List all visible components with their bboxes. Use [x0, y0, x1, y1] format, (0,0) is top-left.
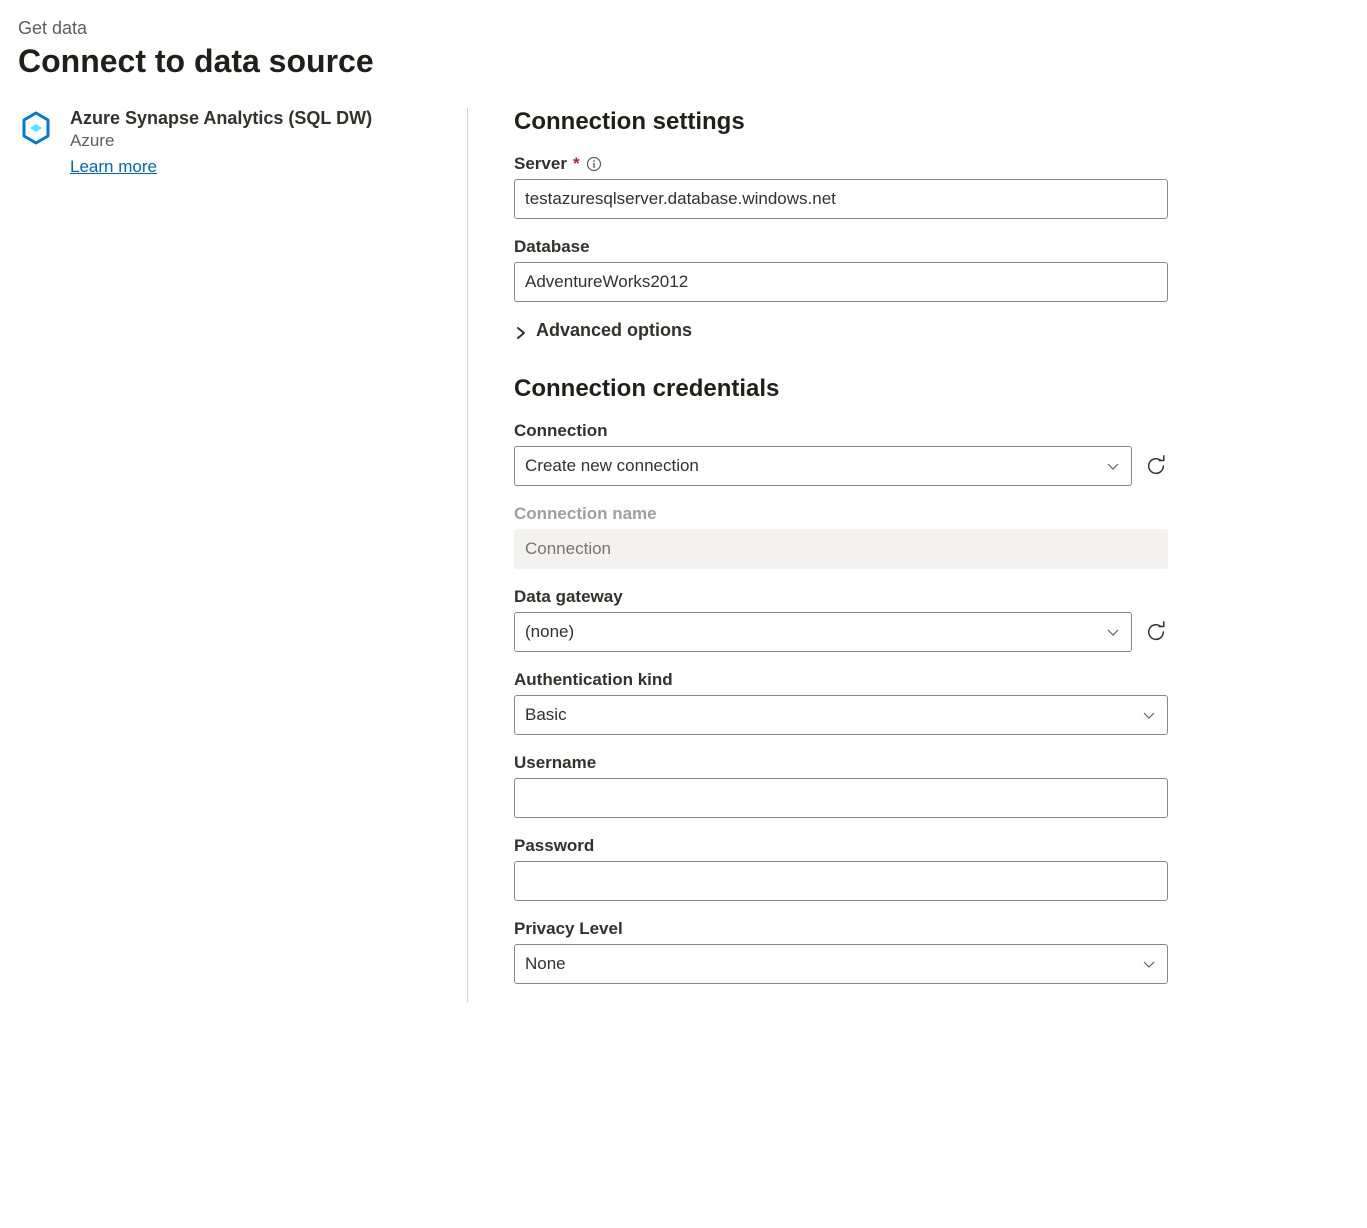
synapse-icon: [18, 110, 54, 146]
database-input[interactable]: [514, 262, 1168, 302]
chevron-right-icon: [514, 324, 528, 338]
chevron-down-icon: [1141, 956, 1157, 972]
server-input[interactable]: [514, 179, 1168, 219]
connection-settings-heading: Connection settings: [514, 108, 1168, 136]
username-input[interactable]: [514, 778, 1168, 818]
connection-credentials-heading: Connection credentials: [514, 375, 1168, 403]
learn-more-link[interactable]: Learn more: [70, 157, 157, 177]
database-label: Database: [514, 237, 1168, 257]
password-input[interactable]: [514, 861, 1168, 901]
auth-kind-label: Authentication kind: [514, 670, 1168, 690]
info-icon[interactable]: [586, 156, 602, 172]
advanced-options-toggle[interactable]: Advanced options: [514, 320, 1168, 341]
chevron-down-icon: [1105, 624, 1121, 640]
privacy-level-label: Privacy Level: [514, 919, 1168, 939]
required-mark: *: [573, 154, 580, 174]
connection-label: Connection: [514, 421, 1168, 441]
breadcrumb: Get data: [18, 18, 1349, 39]
chevron-down-icon: [1141, 707, 1157, 723]
auth-kind-select[interactable]: Basic: [514, 695, 1168, 735]
data-gateway-label: Data gateway: [514, 587, 1168, 607]
privacy-level-select[interactable]: None: [514, 944, 1168, 984]
connection-select[interactable]: Create new connection: [514, 446, 1132, 486]
page-title: Connect to data source: [18, 43, 1349, 80]
connector-subtitle: Azure: [70, 131, 372, 151]
data-gateway-select[interactable]: (none): [514, 612, 1132, 652]
server-label: Server *: [514, 154, 1168, 174]
connector-title: Azure Synapse Analytics (SQL DW): [70, 108, 372, 129]
gateway-refresh-button[interactable]: [1144, 620, 1168, 644]
password-label: Password: [514, 836, 1168, 856]
connection-refresh-button[interactable]: [1144, 454, 1168, 478]
username-label: Username: [514, 753, 1168, 773]
connection-name-input: [514, 529, 1168, 569]
connection-name-label: Connection name: [514, 504, 1168, 524]
chevron-down-icon: [1105, 458, 1121, 474]
connector-panel: Azure Synapse Analytics (SQL DW) Azure L…: [18, 108, 468, 1002]
